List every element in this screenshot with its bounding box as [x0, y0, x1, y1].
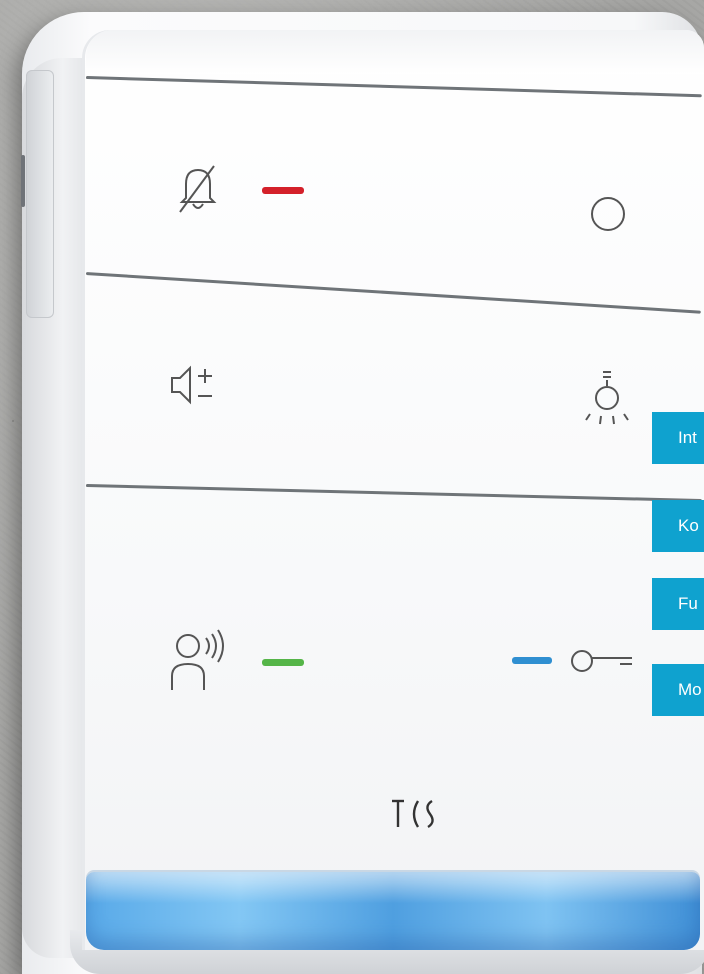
side-tab-4[interactable]: Mo — [652, 664, 704, 716]
side-groove — [21, 155, 25, 207]
volume-button[interactable] — [90, 282, 390, 482]
talk-indicator-line — [262, 659, 304, 666]
circle-button[interactable] — [390, 90, 690, 286]
side-tab-1[interactable]: Int — [652, 412, 704, 464]
light-bulb-icon — [585, 371, 629, 425]
volume-plus-minus-icon — [171, 365, 212, 405]
side-tab-2[interactable]: Ko — [652, 500, 704, 552]
door-indicator-line — [512, 657, 552, 664]
led-light-bar — [86, 872, 700, 950]
device-top-lip — [86, 30, 704, 74]
side-slot — [26, 70, 54, 318]
talk-person-icon — [171, 629, 224, 690]
side-tab-3[interactable]: Fu — [652, 578, 704, 630]
wall-texture — [12, 420, 14, 422]
mute-bell-button[interactable] — [90, 84, 390, 272]
circle-icon — [591, 197, 625, 231]
door-opener-button[interactable] — [390, 500, 650, 770]
talk-button[interactable] — [90, 490, 390, 770]
bell-mute-icon — [179, 165, 217, 213]
door-key-icon — [571, 650, 632, 672]
tcs-logo — [392, 799, 434, 829]
mute-indicator-line — [262, 187, 304, 194]
